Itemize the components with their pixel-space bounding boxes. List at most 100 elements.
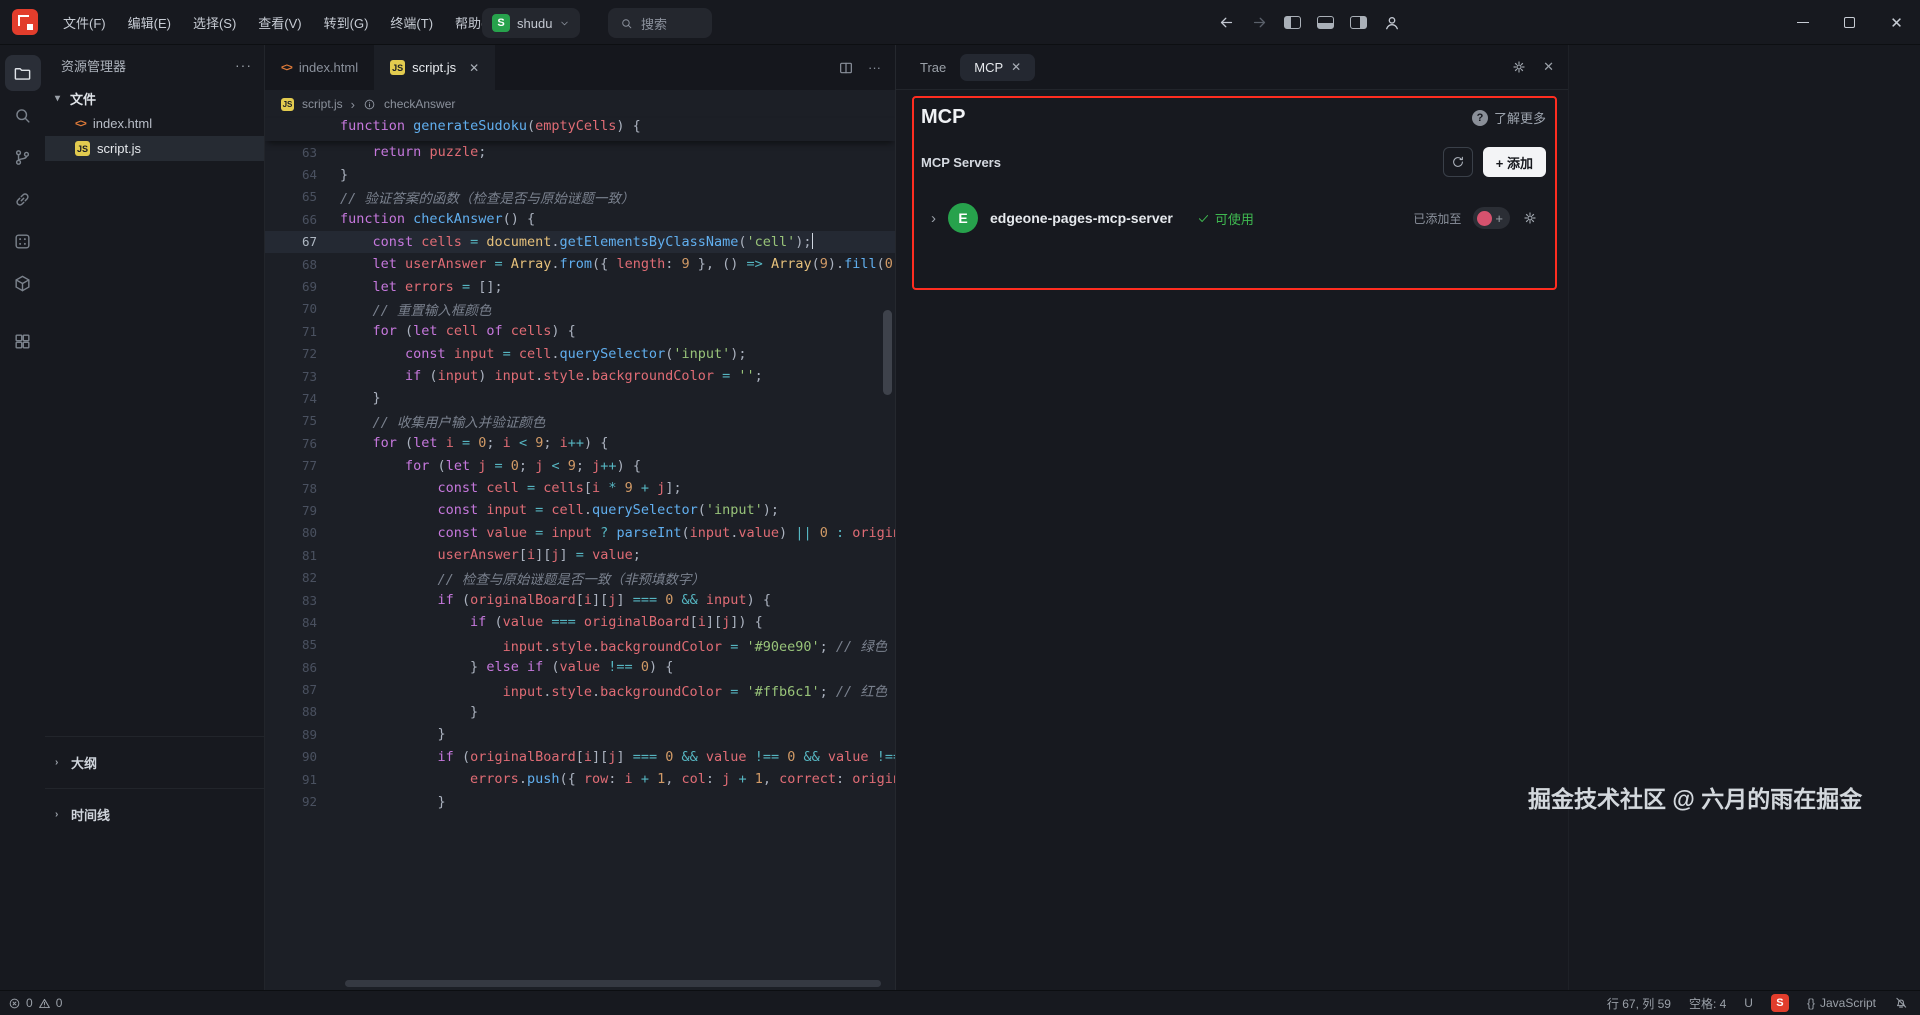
server-settings-gear-icon[interactable] [1522,210,1538,226]
code-line-75[interactable]: 75 // 收集用户输入并验证颜色 [265,410,895,432]
back-arrow-icon[interactable] [1218,14,1235,31]
code-line-78[interactable]: 78 const cell = cells[i * 9 + j]; [265,477,895,499]
file-name: index.html [93,116,152,131]
agent-avatar-pill[interactable]: + [1473,207,1510,229]
cursor-position[interactable]: 行 67, 列 59 [1607,995,1671,1012]
code-line-89[interactable]: 89 } [265,723,895,745]
split-editor-icon[interactable] [838,60,854,76]
expand-chevron-icon[interactable]: › [931,210,936,227]
refresh-button[interactable] [1443,147,1473,177]
menu-terminal[interactable]: 终端(T) [379,8,444,37]
code-line-85[interactable]: 85 input.style.backgroundColor = '#90ee9… [265,634,895,656]
code-line-64[interactable]: 64} [265,163,895,185]
sidebar-spacer [45,161,264,736]
code-line-65[interactable]: 65// 验证答案的函数（检查是否与原始谜题一致） [265,186,895,208]
files-section-header[interactable]: ▾ 文件 [45,85,264,111]
code-line-84[interactable]: 84 if (value === originalBoard[i][j]) { [265,611,895,633]
code-line-74[interactable]: 74 } [265,387,895,409]
tab-mcp[interactable]: MCP ✕ [960,54,1035,81]
toggle-sidebar-icon[interactable] [1284,16,1301,29]
code-line-81[interactable]: 81 userAnswer[i][j] = value; [265,544,895,566]
code-line-79[interactable]: 79 const input = cell.querySelector('inp… [265,499,895,521]
remote-link-icon[interactable] [5,181,41,217]
tab-script-js[interactable]: JS script.js ✕ [374,45,495,90]
breadcrumb-file[interactable]: script.js [302,97,343,111]
problems-indicator[interactable]: 0 0 [8,996,62,1010]
language-mode[interactable]: {} JavaScript [1807,996,1876,1010]
code-line-91[interactable]: 91 errors.push({ row: i + 1, col: j + 1,… [265,768,895,790]
menu-selection[interactable]: 选择(S) [182,8,247,37]
source-control-icon[interactable] [5,139,41,175]
game-dice-icon[interactable] [5,223,41,259]
title-nav-controls [1218,0,1401,45]
file-item-index-html[interactable]: <> index.html [45,111,264,136]
code-line-69[interactable]: 69 let errors = []; [265,275,895,297]
extension-badge-icon[interactable]: S [1771,994,1789,1012]
app-logo-icon[interactable] [12,9,38,35]
code-line-80[interactable]: 80 const value = input ? parseInt(input.… [265,522,895,544]
file-item-script-js[interactable]: JS script.js [45,136,264,161]
code-line-70[interactable]: 70 // 重置输入框颜色 [265,298,895,320]
close-window-button[interactable]: ✕ [1873,0,1920,45]
code-line-82[interactable]: 82 // 检查与原始谜题是否一致（非预填数字） [265,566,895,588]
timeline-section-header[interactable]: › 时间线 [45,788,264,840]
server-name: edgeone-pages-mcp-server [990,210,1173,226]
menu-view[interactable]: 查看(V) [247,8,312,37]
code-line-83[interactable]: 83 if (originalBoard[i][j] === 0 && inpu… [265,589,895,611]
code-line-71[interactable]: 71 for (let cell of cells) { [265,320,895,342]
minimize-button[interactable] [1779,0,1826,45]
add-agent-icon[interactable]: + [1495,211,1503,226]
encoding-setting[interactable]: U [1744,996,1753,1010]
outline-section-header[interactable]: › 大纲 [45,736,264,788]
maximize-button[interactable] [1826,0,1873,45]
toggle-secondary-sidebar-icon[interactable] [1350,16,1367,29]
indentation-setting[interactable]: 空格: 4 [1689,995,1726,1012]
horizontal-scrollbar[interactable] [345,980,881,987]
code-line-88[interactable]: 88 } [265,701,895,723]
code-line-87[interactable]: 87 input.style.backgroundColor = '#ffb6c… [265,678,895,700]
sidebar-more-icon[interactable]: ··· [235,57,252,73]
code-line-68[interactable]: 68 let userAnswer = Array.from({ length:… [265,253,895,275]
code-line-90[interactable]: 90 if (originalBoard[i][j] === 0 && valu… [265,746,895,768]
explorer-icon[interactable] [5,55,41,91]
gear-icon[interactable] [1511,59,1527,75]
code-line-77[interactable]: 77 for (let j = 0; j < 9; j++) { [265,454,895,476]
toggle-panel-icon[interactable] [1317,16,1334,29]
code-line-76[interactable]: 76 for (let i = 0; i < 9; i++) { [265,432,895,454]
menu-goto[interactable]: 转到(G) [313,8,380,37]
js-file-icon: JS [281,98,294,111]
editor-more-icon[interactable]: ··· [868,60,881,75]
code-line-72[interactable]: 72 const input = cell.querySelector('inp… [265,343,895,365]
apps-grid-icon[interactable] [5,323,41,359]
language-label: JavaScript [1820,996,1876,1010]
code-line-63[interactable]: 63 return puzzle; [265,141,895,163]
code-line-66[interactable]: 66function checkAnswer() { [265,208,895,230]
tab-index-html[interactable]: <> index.html [265,45,374,90]
code-line-67[interactable]: 67 const cells = document.getElementsByC… [265,231,895,253]
breadcrumb[interactable]: JS script.js › checkAnswer [265,90,895,118]
account-icon[interactable] [1383,14,1401,32]
extensions-icon[interactable] [5,265,41,301]
project-switcher[interactable]: S shudu [482,8,580,38]
tab-trae[interactable]: Trae [906,54,960,81]
vertical-scrollbar[interactable] [883,310,892,395]
sticky-scroll-line[interactable]: function generateSudoku(emptyCells) { [265,118,895,141]
code-line-73[interactable]: 73 if (input) input.style.backgroundColo… [265,365,895,387]
global-search-box[interactable]: 搜索 [608,8,712,38]
code-line-86[interactable]: 86 } else if (value !== 0) { [265,656,895,678]
menu-edit[interactable]: 编辑(E) [117,8,182,37]
close-tab-icon[interactable]: ✕ [469,61,479,75]
close-tab-icon[interactable]: ✕ [1011,60,1021,74]
tab-label: MCP [974,60,1003,75]
forward-arrow-icon[interactable] [1251,14,1268,31]
code-line-92[interactable]: 92 } [265,790,895,812]
learn-more-link[interactable]: ? 了解更多 [1472,108,1546,127]
server-row-edgeone[interactable]: › E edgeone-pages-mcp-server 可使用 已添加至 + [921,193,1546,243]
add-server-button[interactable]: + 添加 [1483,147,1546,177]
menu-file[interactable]: 文件(F) [52,8,117,37]
search-sidebar-icon[interactable] [5,97,41,133]
notifications-muted-bell-icon[interactable] [1894,996,1908,1010]
breadcrumb-symbol[interactable]: checkAnswer [384,97,455,111]
menu-bar: 文件(F) 编辑(E) 选择(S) 查看(V) 转到(G) 终端(T) 帮助(H… [52,8,510,37]
close-panel-icon[interactable]: ✕ [1543,59,1554,75]
